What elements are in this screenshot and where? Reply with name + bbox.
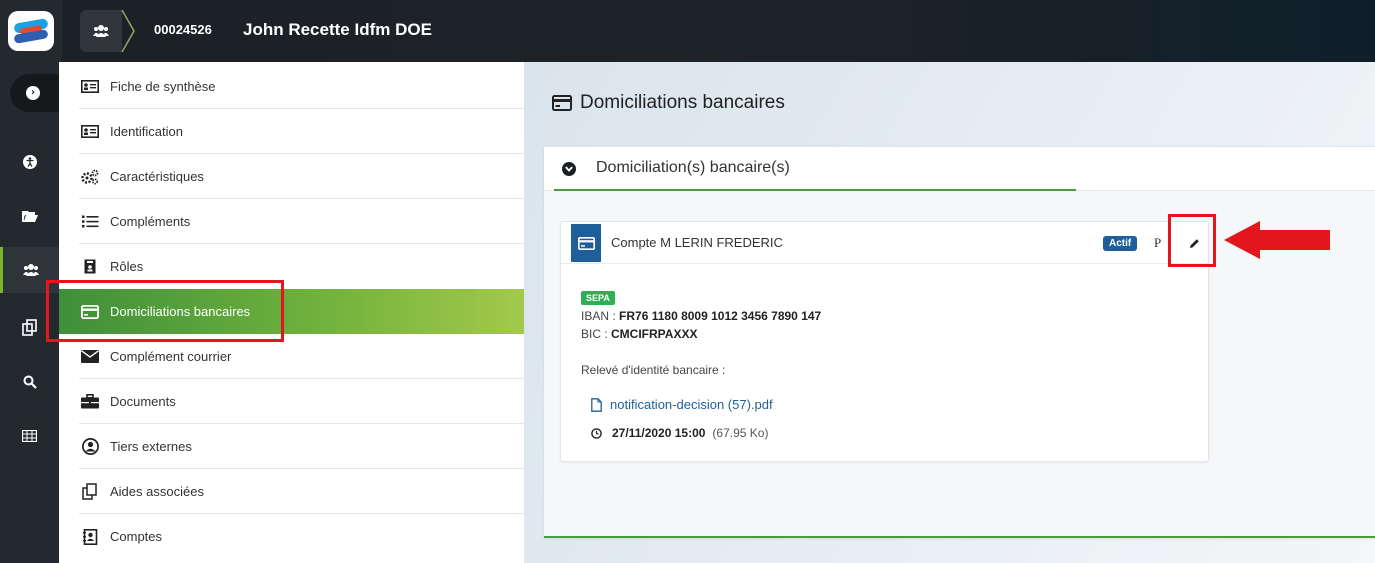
id-card-icon [79, 76, 101, 98]
file-date: 27/11/2020 15:00 [612, 426, 706, 440]
file-name-link[interactable]: notification-decision (57).pdf [610, 397, 773, 412]
iban-value: FR76 1180 8009 1012 3456 7890 147 [619, 309, 822, 323]
contact-book-icon [79, 526, 101, 548]
menu-item-caracteristiques[interactable]: Caractéristiques [59, 154, 524, 199]
card-header: Compte M LERIN FREDERIC Actif P [561, 222, 1208, 264]
card-body: SEPA IBAN : FR76 1180 8009 1012 3456 789… [581, 286, 821, 377]
role-icon [79, 256, 101, 278]
credit-card-icon [571, 224, 601, 262]
clock-icon [591, 427, 602, 439]
account-title: Compte M LERIN FREDERIC [611, 235, 783, 250]
chevron-right-icon: › [26, 86, 40, 100]
breadcrumb-chevron-icon [121, 10, 135, 52]
chevron-down-icon[interactable] [562, 162, 576, 176]
highlight-box-edit [1168, 214, 1216, 267]
menu-item-fiche-synthese[interactable]: Fiche de synthèse [59, 64, 524, 109]
menu-item-identification[interactable]: Identification [59, 109, 524, 154]
panel-header-underline [554, 189, 1076, 191]
rail-toggle-button[interactable]: › [10, 74, 60, 112]
menu-item-documents[interactable]: Documents [59, 379, 524, 424]
menu-item-comptes[interactable]: Comptes [59, 514, 524, 559]
file-size: (67.95 Ko) [712, 426, 769, 440]
credit-card-icon [552, 95, 572, 111]
bic-line: BIC : CMCIFRPAXXX [581, 327, 698, 341]
copy-icon [79, 481, 101, 503]
rail-item-search[interactable] [0, 359, 59, 405]
menu-item-complements[interactable]: Compléments [59, 199, 524, 244]
rib-label: Relevé d'identité bancaire : [581, 363, 726, 377]
copy-icon [21, 319, 37, 336]
panel-title: Domiciliation(s) bancaire(s) [596, 159, 790, 176]
rail-item-folder[interactable] [0, 193, 59, 239]
page-title: Domiciliations bancaires [552, 92, 785, 114]
briefcase-icon [79, 391, 101, 413]
app-logo[interactable] [0, 0, 62, 62]
bank-account-card: Compte M LERIN FREDERIC Actif P SEPA IBA… [560, 221, 1209, 462]
main-content: Domiciliations bancaires Domiciliation(s… [524, 62, 1375, 563]
record-name: John Recette Idfm DOE [243, 20, 432, 39]
accessibility-icon [22, 155, 37, 169]
sepa-badge: SEPA [581, 291, 615, 305]
panel-bottom-border [544, 536, 1375, 538]
id-card-icon [79, 121, 101, 143]
rib-document-link[interactable]: notification-decision (57).pdf [591, 397, 773, 412]
file-icon [591, 397, 602, 412]
pointer-arrow-icon [1224, 221, 1330, 259]
table-icon [22, 430, 37, 442]
rail-item-table[interactable] [0, 413, 59, 459]
bank-accounts-panel: Domiciliation(s) bancaire(s) Compte M LE… [544, 146, 1375, 538]
search-icon [23, 375, 37, 389]
account-type-letter: P [1154, 235, 1162, 250]
top-bar: 00024526 John Recette Idfm DOE [0, 0, 1375, 62]
bic-value: CMCIFRPAXXX [611, 327, 698, 341]
users-icon [23, 264, 39, 276]
logo-icon [8, 11, 54, 51]
record-id: 00024526 [154, 22, 212, 37]
iban-line: IBAN : FR76 1180 8009 1012 3456 7890 147 [581, 309, 822, 323]
menu-item-aides-associees[interactable]: Aides associées [59, 469, 524, 514]
folder-icon [21, 210, 38, 222]
user-circle-icon [79, 436, 101, 458]
file-meta: 27/11/2020 15:00 (67.95 Ko) [591, 426, 768, 440]
gears-icon [79, 166, 101, 188]
rail-item-accessibility[interactable] [0, 139, 59, 185]
status-badge: Actif [1103, 236, 1138, 251]
list-icon [79, 211, 101, 233]
envelope-icon [79, 346, 101, 368]
highlight-box-menu [46, 280, 284, 342]
menu-item-tiers-externes[interactable]: Tiers externes [59, 424, 524, 469]
panel-header[interactable]: Domiciliation(s) bancaire(s) [544, 147, 1375, 191]
users-icon[interactable] [80, 10, 122, 52]
